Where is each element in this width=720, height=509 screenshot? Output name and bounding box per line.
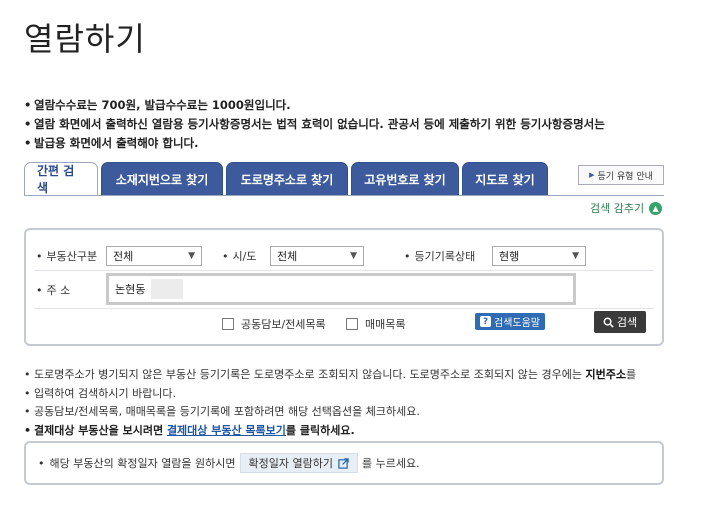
page-title: 열람하기 — [24, 20, 146, 58]
region-select[interactable]: 전체 ▼ — [270, 246, 364, 266]
info-road-address-cont: 입력하여 검색하시기 바랍니다. — [24, 385, 664, 404]
chevron-up-icon: ▲ — [649, 201, 663, 215]
confirmed-date-text-end: 를 누르세요. — [362, 457, 420, 470]
property-type-label: • 부동산구분 — [36, 250, 98, 263]
checkbox-box[interactable] — [222, 318, 234, 330]
tab-simple-search[interactable]: 간편 검색 — [24, 162, 98, 196]
search-icon — [603, 317, 614, 328]
search-button[interactable]: 검색 — [594, 311, 646, 333]
notice-issue: 발급용 화면에서 출력해야 합니다. — [24, 134, 684, 153]
chevron-down-icon: ▼ — [188, 251, 195, 261]
masked-text — [151, 279, 184, 299]
info-road-address: 도로명주소가 병기되지 않은 부동산 등기기록은 도로명주소로 조회되지 않습니… — [24, 366, 664, 385]
record-status-label: • 등기기록상태 — [404, 250, 476, 263]
guide-button-label: 등기 유형 안내 — [597, 171, 653, 182]
hide-search-link[interactable]: 검색 감추기 ▲ — [590, 200, 663, 216]
question-icon: ? — [480, 316, 491, 327]
search-help-button[interactable]: ? 검색도움말 — [475, 313, 545, 330]
info-payment: 결제대상 부동산을 보시려면 결제대상 부동산 목록보기를 클릭하세요. — [24, 422, 664, 441]
info-list: 도로명주소가 병기되지 않은 부동산 등기기록은 도로명주소로 조회되지 않습니… — [24, 366, 664, 440]
triangle-right-icon: ▶ — [589, 171, 595, 179]
record-status-select[interactable]: 현행 ▼ — [492, 246, 586, 266]
tab-road-address[interactable]: 도로명주소로 찾기 — [226, 162, 348, 196]
tab-underline — [24, 195, 664, 196]
tab-unique-number[interactable]: 고유번호로 찾기 — [351, 162, 459, 196]
notice-list: 열람수수료는 700원, 발급수수료는 1000원입니다. 열람 화면에서 출력… — [24, 96, 684, 153]
address-input[interactable]: 논현동 — [106, 273, 576, 305]
joint-collateral-checkbox[interactable]: 공동담보/전세목록 — [222, 316, 326, 332]
address-label: • 주 소 — [36, 284, 71, 297]
external-link-icon — [338, 457, 349, 469]
checkbox-box[interactable] — [346, 318, 358, 330]
chevron-down-icon: ▼ — [350, 251, 357, 261]
tab-lot-number[interactable]: 소재지번으로 찾기 — [101, 162, 223, 196]
hide-search-label: 검색 감추기 — [590, 202, 645, 215]
registry-type-guide-button[interactable]: ▶ 등기 유형 안내 — [578, 165, 664, 185]
confirmed-date-view-button[interactable]: 확정일자 열람하기 — [239, 453, 358, 473]
region-label: • 시/도 — [222, 250, 257, 263]
trade-list-checkbox[interactable]: 매매목록 — [346, 316, 405, 332]
notice-legal-effect: 열람 화면에서 출력하신 열람용 등기사항증명서는 법적 효력이 없습니다. 관… — [24, 115, 684, 134]
confirmed-date-box: • 해당 부동산의 확정일자 열람을 원하시면 확정일자 열람하기 를 누르세요… — [24, 441, 664, 485]
info-options: 공동담보/전세목록, 매매목록을 등기기록에 포함하려면 해당 선택옵션을 체크… — [24, 403, 664, 422]
tab-map[interactable]: 지도로 찾기 — [462, 162, 548, 196]
row-divider — [34, 270, 654, 271]
search-panel: • 부동산구분 전체 ▼ • 시/도 전체 ▼ • 등기기록상태 현행 ▼ • 주 소 … — [24, 228, 664, 346]
chevron-down-icon: ▼ — [572, 251, 579, 261]
confirmed-date-text: 해당 부동산의 확정일자 열람을 원하시면 — [49, 457, 236, 470]
property-type-select[interactable]: 전체 ▼ — [106, 246, 202, 266]
search-tabs: 간편 검색 소재지번으로 찾기 도로명주소로 찾기 고유번호로 찾기 지도로 찾… — [24, 162, 551, 196]
notice-fee: 열람수수료는 700원, 발급수수료는 1000원입니다. — [24, 96, 684, 115]
row-divider — [34, 308, 654, 309]
payment-list-link[interactable]: 결제대상 부동산 목록보기 — [167, 424, 286, 437]
